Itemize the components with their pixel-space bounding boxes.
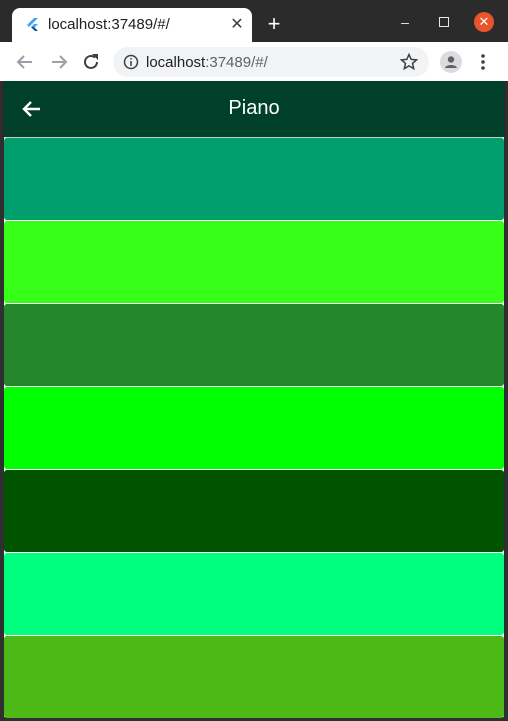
flutter-icon [27,18,38,31]
piano-key-5[interactable] [4,470,504,552]
piano-key-6[interactable] [4,553,504,635]
page-title: Piano [228,97,280,119]
tab-strip: localhost:37489/#/ ✕ + – ✕ [0,0,508,42]
piano-key-3[interactable] [4,304,504,386]
tab-title: localhost:37489/#/ [48,16,170,33]
piano-keys [4,137,504,718]
url-path: :37489/#/ [205,54,268,71]
browser-toolbar: localhost:37489/#/ [0,42,508,81]
info-icon[interactable] [123,54,139,70]
maximize-icon[interactable] [434,12,454,32]
forward-arrow-icon[interactable] [48,51,70,73]
window-close-icon[interactable]: ✕ [474,12,494,32]
url-host: localhost [146,54,206,71]
close-tab-icon[interactable]: ✕ [228,16,246,34]
back-arrow-icon[interactable] [14,51,36,73]
app-bar: Piano [4,81,504,137]
piano-key-2[interactable] [4,221,504,303]
url-text[interactable]: localhost:37489/#/ [146,54,268,71]
browser-window: localhost:37489/#/ ✕ + – ✕ localhost:374… [0,0,508,721]
minimize-icon[interactable]: – [395,12,415,32]
kebab-menu-icon[interactable] [474,52,492,72]
reload-icon[interactable] [80,51,102,73]
profile-avatar-icon[interactable] [440,51,462,73]
piano-key-1[interactable] [4,138,504,220]
flutter-app: Piano [4,81,504,718]
piano-key-4[interactable] [4,387,504,469]
browser-tab[interactable]: localhost:37489/#/ ✕ [12,8,252,42]
new-tab-button[interactable]: + [264,13,284,35]
piano-key-7[interactable] [4,636,504,718]
bookmark-star-icon[interactable] [400,53,418,71]
address-bar[interactable]: localhost:37489/#/ [113,47,429,77]
